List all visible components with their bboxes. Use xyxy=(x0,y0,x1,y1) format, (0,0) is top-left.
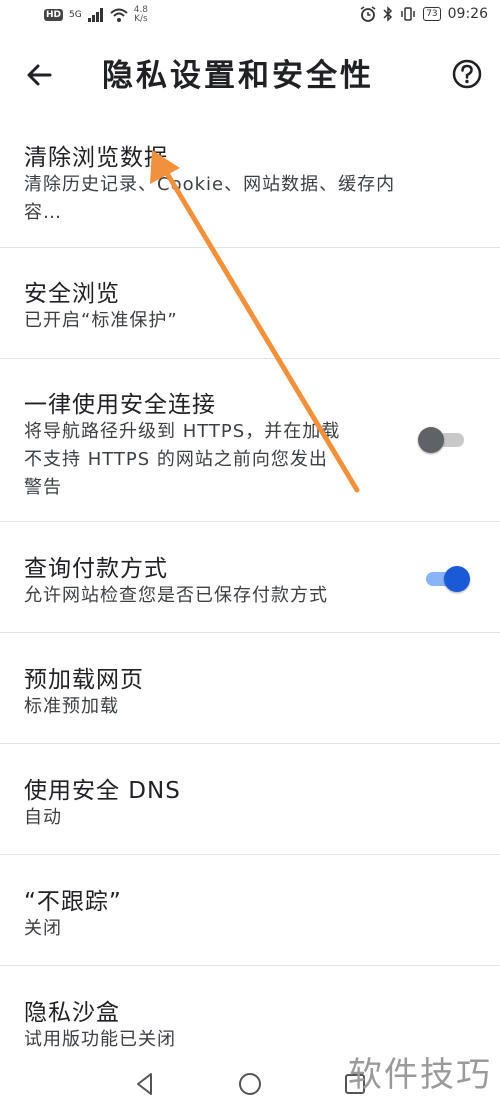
setting-title: 查询付款方式 xyxy=(24,556,168,582)
setting-subtitle: 自动 xyxy=(24,807,62,828)
setting-title: “不跟踪” xyxy=(24,889,122,915)
alarm-icon xyxy=(360,6,376,22)
setting-preload-pages[interactable]: 预加载网页 标准预加载 xyxy=(0,633,500,744)
setting-title: 预加载网页 xyxy=(24,667,144,693)
nav-back-icon[interactable] xyxy=(130,1069,160,1099)
setting-subtitle: 标准预加载 xyxy=(24,696,119,717)
hd-badge: HD xyxy=(44,9,64,21)
setting-privacy-sandbox[interactable]: 隐私沙盒 试用版功能已关闭 xyxy=(0,966,500,1055)
wifi-icon xyxy=(110,8,128,22)
network-type: 5G xyxy=(69,10,82,20)
setting-title: 清除浏览数据 xyxy=(24,145,168,171)
toggle-thumb xyxy=(444,566,470,592)
setting-do-not-track[interactable]: “不跟踪” 关闭 xyxy=(0,855,500,966)
setting-title: 安全浏览 xyxy=(24,281,120,307)
setting-subtitle: 已开启“标准保护” xyxy=(24,310,178,331)
setting-subtitle: 关闭 xyxy=(24,918,62,939)
setting-always-use-secure-connections[interactable]: 一律使用安全连接 将导航路径升级到 HTTPS，并在加载 不支持 HTTPS 的… xyxy=(0,359,500,522)
page-title: 隐私设置和安全性 xyxy=(102,58,374,94)
vibrate-icon xyxy=(401,7,415,21)
status-bar: HD 5G 4.8 K/s 73 09:26 xyxy=(0,0,500,34)
signal-icon xyxy=(87,8,103,22)
setting-safe-browsing[interactable]: 安全浏览 已开启“标准保护” xyxy=(0,248,500,359)
setting-subtitle: 清除历史记录、Cookie、网站数据、缓存内 容… xyxy=(24,174,396,223)
back-arrow-icon[interactable] xyxy=(24,60,54,90)
payment-methods-toggle[interactable] xyxy=(420,562,470,596)
nav-home-icon[interactable] xyxy=(235,1069,265,1099)
https-only-toggle[interactable] xyxy=(418,423,468,457)
battery-indicator: 73 xyxy=(423,7,441,21)
network-speed: 4.8 K/s xyxy=(133,5,149,24)
app-bar: 隐私设置和安全性 xyxy=(0,40,500,110)
setting-clear-browsing-data[interactable]: 清除浏览数据 清除历史记录、Cookie、网站数据、缓存内 容… xyxy=(0,124,500,248)
setting-subtitle: 允许网站检查您是否已保存付款方式 xyxy=(24,585,328,606)
setting-query-payment-methods[interactable]: 查询付款方式 允许网站检查您是否已保存付款方式 xyxy=(0,522,500,633)
setting-title: 使用安全 DNS xyxy=(24,778,181,804)
setting-subtitle: 试用版功能已关闭 xyxy=(24,1029,176,1050)
toggle-thumb xyxy=(418,427,444,453)
setting-subtitle: 将导航路径升级到 HTTPS，并在加载 不支持 HTTPS 的网站之前向您发出 … xyxy=(24,421,341,498)
setting-secure-dns[interactable]: 使用安全 DNS 自动 xyxy=(0,744,500,855)
setting-title: 一律使用安全连接 xyxy=(24,392,216,418)
watermark: 软件技巧 xyxy=(348,1055,492,1095)
bluetooth-icon xyxy=(383,6,393,22)
help-icon[interactable] xyxy=(451,58,483,90)
setting-title: 隐私沙盒 xyxy=(24,1000,120,1026)
clock: 09:26 xyxy=(447,6,488,22)
